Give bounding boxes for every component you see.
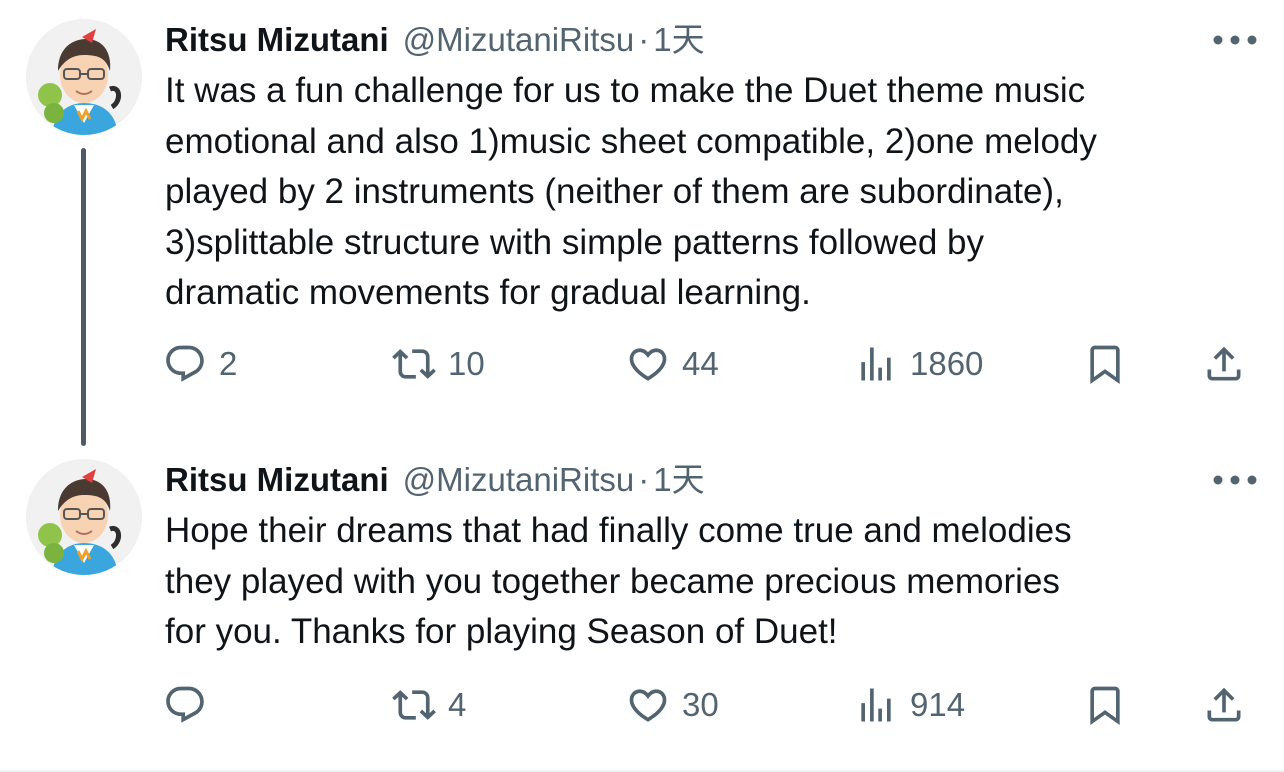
bookmark-button[interactable] <box>1083 675 1127 735</box>
tweet-text: It was a fun challenge for us to make th… <box>165 71 1097 312</box>
more-icon <box>1213 35 1257 45</box>
more-icon <box>1213 475 1257 485</box>
share-button[interactable] <box>1202 675 1246 735</box>
retweet-icon <box>392 349 436 379</box>
tweet-actions: 4 30 914 <box>0 675 1284 735</box>
share-icon <box>1207 346 1241 381</box>
like-count: 44 <box>682 345 719 382</box>
tweet-header: Ritsu Mizutani @MizutaniRitsu · 1天 <box>165 16 705 64</box>
views-icon <box>861 347 891 381</box>
like-button[interactable]: 30 <box>626 675 719 735</box>
retweet-count: 10 <box>448 345 485 382</box>
share-icon <box>1207 687 1241 722</box>
retweet-button[interactable]: 10 <box>392 334 485 394</box>
view-count: 914 <box>910 686 966 723</box>
bookmark-button[interactable] <box>1083 334 1127 394</box>
like-count: 30 <box>682 686 719 723</box>
avatar[interactable] <box>26 459 142 575</box>
reply-icon <box>166 345 204 382</box>
bookmark-icon <box>1090 686 1120 726</box>
author-name[interactable]: Ritsu Mizutani <box>165 461 389 498</box>
reply-button[interactable]: 2 <box>163 334 237 394</box>
author-name[interactable]: Ritsu Mizutani <box>165 21 389 58</box>
tweet[interactable]: Ritsu Mizutani @MizutaniRitsu · 1天 It was a… <box>0 0 1284 440</box>
retweet-icon <box>392 690 436 720</box>
view-count: 1860 <box>910 345 984 382</box>
timestamp[interactable]: 1天 <box>653 461 704 498</box>
share-button[interactable] <box>1202 334 1246 394</box>
tweet[interactable]: Ritsu Mizutani @MizutaniRitsu · 1天 Hope the… <box>0 440 1284 772</box>
like-icon <box>629 689 667 722</box>
timestamp[interactable]: 1天 <box>653 21 704 58</box>
retweet-button[interactable]: 4 <box>392 675 466 735</box>
more-options-button[interactable] <box>1210 462 1260 498</box>
views-button[interactable]: 914 <box>854 675 965 735</box>
separator-dot: · <box>638 461 650 498</box>
tweet-actions: 2 10 44 1860 <box>0 334 1284 394</box>
retweet-count: 4 <box>448 686 467 723</box>
more-options-button[interactable] <box>1210 22 1260 58</box>
avatar[interactable] <box>26 19 142 135</box>
like-button[interactable]: 44 <box>626 334 719 394</box>
like-icon <box>629 348 667 381</box>
reply-count: 2 <box>219 345 238 382</box>
reply-button[interactable] <box>163 675 219 735</box>
tweet-text: Hope their dreams that had finally come … <box>165 511 1072 651</box>
views-icon <box>861 688 891 722</box>
views-button[interactable]: 1860 <box>854 334 983 394</box>
bookmark-icon <box>1090 345 1120 385</box>
tweet-header: Ritsu Mizutani @MizutaniRitsu · 1天 <box>165 456 705 504</box>
author-handle[interactable]: @MizutaniRitsu <box>403 21 635 58</box>
author-handle[interactable]: @MizutaniRitsu <box>403 461 635 498</box>
separator-dot: · <box>638 21 650 58</box>
reply-icon <box>166 686 204 723</box>
